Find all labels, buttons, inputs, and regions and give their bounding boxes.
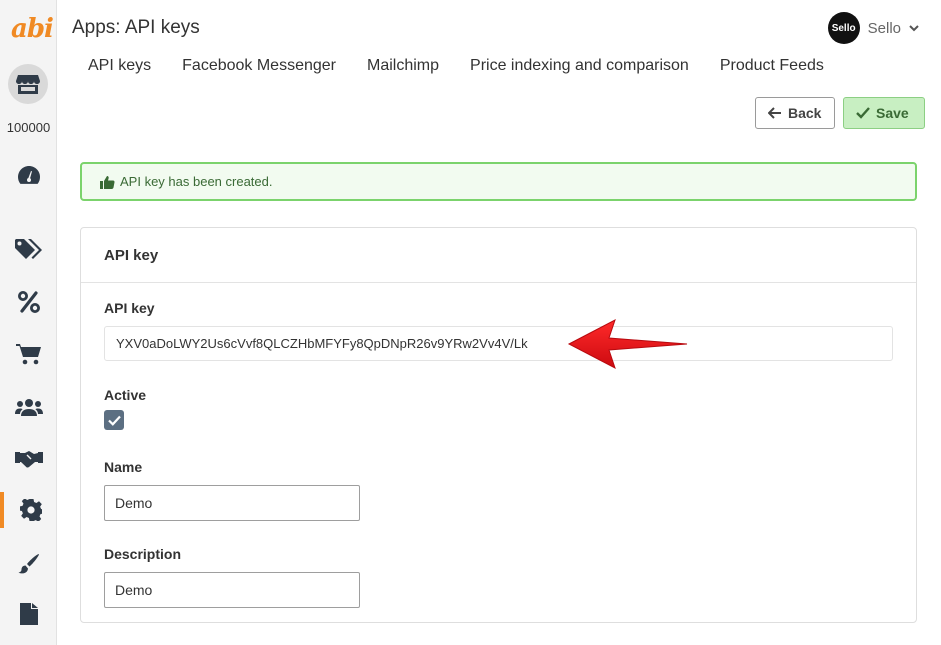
store-button[interactable] [8, 64, 48, 104]
api-key-card: API key API key YXV0aDoLWY2Us6cVvf8QLCZH… [80, 227, 917, 623]
active-label: Active [104, 387, 147, 403]
tab-mailchimp[interactable]: Mailchimp [367, 57, 439, 75]
back-label: Back [788, 105, 822, 121]
back-button[interactable]: Back [755, 97, 835, 129]
arrow-left-icon [768, 107, 781, 119]
file-icon [19, 603, 38, 625]
user-name: Sello [867, 19, 901, 37]
description-input[interactable]: Demo [104, 572, 360, 608]
sidebar-item-discounts[interactable] [0, 284, 57, 320]
annotation-arrow-icon [567, 318, 688, 370]
tags-icon [14, 239, 42, 259]
handshake-icon [14, 451, 43, 468]
percent-icon [17, 291, 40, 313]
sidebar-item-dashboard[interactable] [0, 157, 57, 193]
tab-facebook-messenger[interactable]: Facebook Messenger [182, 57, 336, 75]
save-label: Save [876, 105, 909, 121]
abi-logo[interactable]: abi [11, 14, 54, 44]
sidebar-item-settings[interactable] [0, 492, 57, 528]
user-menu[interactable]: Sello Sello [827, 12, 919, 44]
dashboard-icon [17, 166, 40, 184]
sidebar-item-products[interactable] [0, 231, 57, 267]
users-icon [14, 399, 43, 416]
shop-id: 100000 [6, 120, 51, 135]
description-label: Description [104, 546, 182, 562]
active-checkbox[interactable] [104, 410, 124, 430]
tab-price-indexing[interactable]: Price indexing and comparison [470, 57, 689, 75]
check-icon [107, 415, 121, 426]
page-title: Apps: API keys [72, 17, 200, 38]
api-key-value[interactable]: YXV0aDoLWY2Us6cVvf8QLCZHbMFYFy8QpDNpR26v… [104, 326, 893, 361]
tab-api-keys[interactable]: API keys [88, 57, 151, 75]
thumbs-up-icon [100, 175, 115, 189]
name-label: Name [104, 459, 143, 475]
gear-icon [19, 499, 42, 521]
sidebar-item-pages[interactable] [0, 596, 57, 632]
sidebar-item-partners[interactable] [0, 440, 57, 476]
sidebar-item-customers[interactable] [0, 389, 57, 425]
name-input[interactable]: Demo [104, 485, 360, 521]
save-button[interactable]: Save [843, 97, 925, 129]
check-icon [856, 107, 870, 119]
cart-icon [15, 344, 41, 365]
card-title: API key [81, 228, 916, 283]
sidebar-item-orders[interactable] [0, 336, 57, 372]
sidebar: abi 100000 [0, 0, 57, 645]
tab-product-feeds[interactable]: Product Feeds [720, 57, 824, 75]
sidebar-item-design[interactable] [0, 546, 57, 582]
alert-message: API key has been created. [120, 174, 273, 189]
store-icon [16, 75, 40, 94]
app-tabs: API keys Facebook Messenger Mailchimp Pr… [88, 57, 824, 75]
chevron-down-icon [909, 24, 919, 31]
brush-icon [18, 554, 39, 574]
api-key-label: API key [104, 300, 155, 316]
avatar: Sello [827, 12, 860, 44]
success-alert: API key has been created. [80, 162, 917, 201]
